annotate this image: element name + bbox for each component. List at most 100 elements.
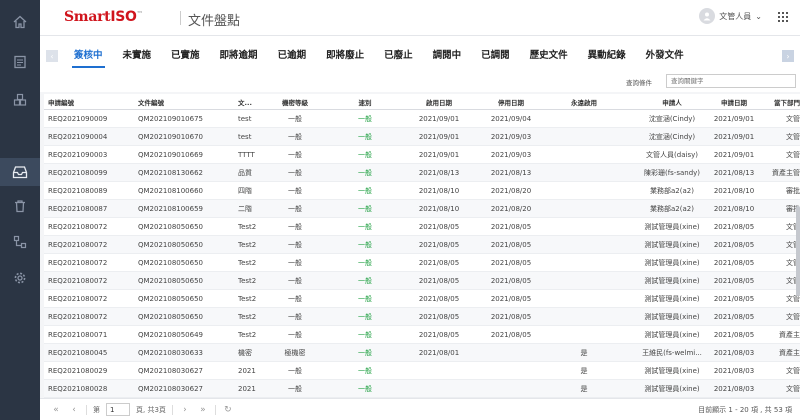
cell-permanent	[548, 308, 620, 325]
cell-security-level: 一般	[288, 330, 302, 339]
prev-page-icon[interactable]: ‹	[68, 404, 80, 416]
table-row[interactable]: REQ2021090003 QM202109010669 TTTT 一般 一般 2021/…	[44, 146, 800, 164]
column-header-start-date[interactable]: 啟用日期	[404, 94, 474, 110]
cell-end-date: 2021/08/05	[490, 294, 532, 303]
cell-speed: 一般	[358, 330, 372, 339]
cell-department: 文管	[786, 312, 800, 321]
cell-document-id: QM202108050650	[138, 240, 203, 249]
table-row[interactable]: REQ2021080029 QM202108030627 2021 一般 一般是測試管理…	[44, 362, 800, 380]
cell-permanent: 是	[580, 348, 588, 357]
column-header-apply-date[interactable]: 申請日期	[700, 94, 768, 110]
cell-end-date: 2021/08/05	[490, 240, 532, 249]
tab-item[interactable]: 外發文件	[636, 36, 694, 72]
table-row[interactable]: REQ2021080072 QM202108050650 Test2 一般 一般 2021…	[44, 236, 800, 254]
cell-security-level: 一般	[288, 222, 302, 231]
cell-request-id: REQ2021080089	[48, 186, 108, 195]
table-row[interactable]: REQ2021080099 QM202108130662 品質 一般 一般 2021/08…	[44, 164, 800, 182]
tab-item[interactable]: 已逾期	[268, 36, 317, 72]
user-menu[interactable]: 文管人員 ⌄	[699, 8, 762, 24]
column-header-department[interactable]: 當下部門	[768, 94, 800, 110]
table-row[interactable]: REQ2021080072 QM202108050650 Test2 一般 一般 2021…	[44, 290, 800, 308]
column-header-speed[interactable]: 速別	[334, 94, 396, 110]
table-row[interactable]: REQ2021080072 QM202108050650 Test2 一般 一般 2021…	[44, 272, 800, 290]
cell-permanent: 是	[580, 384, 588, 393]
table-row[interactable]: REQ2021080045 QM202108030633 機密 極機密 一般 2021/0…	[44, 344, 800, 362]
cell-document-name: 品質	[238, 168, 252, 177]
page-title: 文件盤點	[188, 14, 241, 29]
table-row[interactable]: REQ2021080087 QM202108100659 二階 一般 一般 2021/08…	[44, 200, 800, 218]
cell-start-date: 2021/08/05	[418, 240, 460, 249]
blocks-icon[interactable]	[0, 86, 40, 114]
tab-item[interactable]: 未實施	[113, 36, 162, 72]
table-row[interactable]: REQ2021090009 QM202109010675 test 一般 一般 2021/…	[44, 110, 800, 128]
tab-item[interactable]: 已實施	[161, 36, 210, 72]
search-input[interactable]	[666, 74, 796, 88]
last-page-icon[interactable]: »	[197, 404, 209, 416]
inbox-icon[interactable]	[0, 158, 40, 186]
column-header-request-id[interactable]: 申請編號	[48, 94, 138, 110]
first-page-icon[interactable]: «	[50, 404, 62, 416]
search-label: 查詢條件	[626, 79, 652, 87]
home-icon[interactable]	[0, 8, 40, 36]
tab-scroll-left-icon[interactable]: ‹	[46, 50, 58, 62]
tab-item[interactable]: 異動紀錄	[578, 36, 636, 72]
pager-info: 目前顯示 1 - 20 項 , 共 53 項	[698, 406, 792, 414]
cell-document-id: QM202108050650	[138, 222, 203, 231]
tab-item[interactable]: 即將廢止	[316, 36, 374, 72]
column-header-security-level[interactable]: 機密等級	[266, 94, 324, 110]
cell-document-name: 2021	[238, 366, 256, 375]
tab-item[interactable]: 歷史文件	[520, 36, 578, 72]
cell-permanent	[548, 326, 620, 343]
apps-grid-icon[interactable]	[778, 12, 788, 22]
table-row[interactable]: REQ2021080072 QM202108050650 Test2 一般 一般 2021…	[44, 218, 800, 236]
table-row[interactable]: REQ2021080072 QM202108050650 Test2 一般 一般 2021…	[44, 254, 800, 272]
cell-request-id: REQ2021080028	[48, 384, 108, 393]
cell-security-level: 一般	[288, 294, 302, 303]
tab-item[interactable]: 即將逾期	[210, 36, 268, 72]
cell-end-date: 2021/08/20	[490, 204, 532, 213]
cell-speed: 一般	[358, 276, 372, 285]
column-header-document-name[interactable]: 文...	[238, 94, 260, 110]
tab-item[interactable]: 簽核中	[64, 36, 113, 72]
cell-apply-date: 2021/08/05	[713, 222, 755, 231]
cell-security-level: 一般	[288, 114, 302, 123]
cell-department: 文管	[786, 132, 800, 141]
cell-permanent	[548, 146, 620, 163]
cell-apply-date: 2021/08/05	[713, 240, 755, 249]
cell-start-date: 2021/08/10	[418, 186, 460, 195]
table-row[interactable]: REQ2021080071 QM202108050649 Test2 一般 一般 2021…	[44, 326, 800, 344]
cell-document-id: QM202108100660	[138, 186, 203, 195]
table-row[interactable]: REQ2021080028 QM202108030627 2021 一般 一般是測試管理…	[44, 380, 800, 398]
column-header-end-date[interactable]: 停用日期	[476, 94, 546, 110]
cell-document-name: Test2	[238, 240, 257, 249]
cell-request-id: REQ2021080072	[48, 240, 108, 249]
tab-item[interactable]: 已廢止	[374, 36, 423, 72]
page-number-input[interactable]	[106, 403, 130, 416]
column-header-document-id[interactable]: 文件編號	[138, 94, 238, 110]
gear-icon[interactable]	[0, 264, 40, 292]
tab-item[interactable]: 調閱中	[423, 36, 472, 72]
cell-document-id: QM202108050649	[138, 330, 203, 339]
refresh-icon[interactable]: ↻	[222, 404, 234, 416]
next-page-icon[interactable]: ›	[179, 404, 191, 416]
tab-scroll-right-icon[interactable]: ›	[782, 50, 794, 62]
tab-item[interactable]: 已調閱	[471, 36, 520, 72]
table-row[interactable]: REQ2021080089 QM202108100660 四階 一般 一般 2021/08…	[44, 182, 800, 200]
table-row[interactable]: REQ2021080072 QM202108050650 Test2 一般 一般 2021…	[44, 308, 800, 326]
cell-speed: 一般	[358, 312, 372, 321]
cell-end-date: 2021/09/03	[490, 150, 532, 159]
cell-permanent	[548, 200, 620, 217]
table-row[interactable]: REQ2021090004 QM202109010670 test 一般 一般 2021/…	[44, 128, 800, 146]
logo[interactable]: SmartISO™	[64, 9, 143, 25]
logo-iso: ISO	[110, 9, 137, 25]
cell-end-date: 2021/08/05	[490, 330, 532, 339]
cell-apply-date: 2021/09/01	[713, 150, 755, 159]
flow-icon[interactable]	[0, 228, 40, 256]
cell-start-date	[404, 380, 474, 397]
document-list-icon[interactable]	[0, 48, 40, 76]
cell-apply-date: 2021/09/01	[713, 114, 755, 123]
column-header-permanent[interactable]: 永遠啟用	[548, 94, 620, 110]
cell-start-date: 2021/08/05	[418, 330, 460, 339]
trash-icon[interactable]	[0, 192, 40, 220]
table-scrollbar[interactable]	[796, 206, 800, 296]
